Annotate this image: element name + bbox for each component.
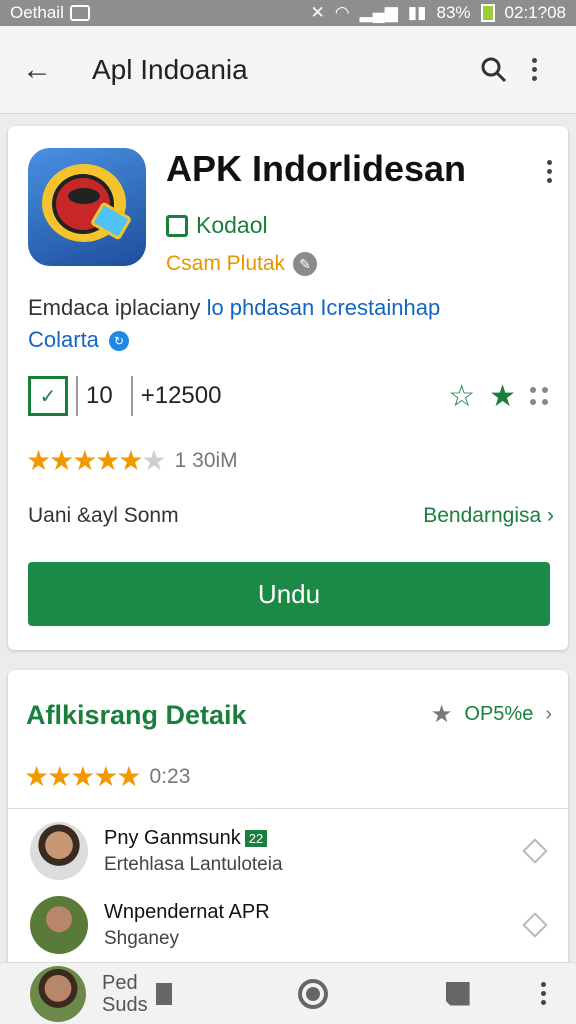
reviews-card: Aflkisrang Detaik ★ OP5%e › ★★★★★ 0:23 P… (8, 670, 568, 970)
nav-more-icon[interactable] (541, 982, 546, 1005)
reviews-rating: ★★★★★ 0:23 (24, 760, 190, 793)
sort-label: OP5%e (464, 703, 534, 725)
back-nav-icon[interactable] (155, 982, 172, 1005)
app-description: Emdaca iplaciany lo phdasan Icrestainhap… (28, 292, 548, 356)
stat-divider (76, 376, 78, 416)
info-icon[interactable]: ↻ (109, 331, 130, 352)
size-link[interactable]: Bendarngisa › (423, 504, 554, 528)
expand-icon[interactable] (522, 838, 548, 864)
avatar (30, 822, 88, 880)
reviews-title: Aflkisrang Detaik (26, 700, 247, 730)
avatar[interactable] (30, 965, 86, 1022)
review-text: Wnpendernat APR Shganey (104, 901, 526, 950)
review-author: Wnpendernat APR (104, 900, 270, 923)
rating-row: ★★★★★★ 1 30iM (26, 444, 238, 477)
app-icon (28, 148, 146, 266)
status-right: ✕ ◠ ▂▄▆ ▮▮ 83% 02:1?08 (310, 3, 566, 23)
star-outline-icon[interactable]: ☆ (448, 379, 475, 414)
stats-actions: ☆ ★ (448, 379, 548, 414)
developer-row[interactable]: Kodaol (166, 212, 268, 239)
review-text: Pny Ganmsunk 22 Ertehlasa Lantuloteia (104, 827, 526, 876)
clock: 02:1?08 (504, 3, 566, 22)
rating-stars: ★★★★★★ (26, 445, 167, 476)
more-options-button[interactable] (514, 50, 554, 90)
page-title: Apl Indoania (92, 53, 248, 85)
wifi-icon: ◠ (334, 3, 350, 22)
category-label: Csam Plutak (166, 252, 286, 275)
message-icon (69, 5, 90, 21)
arrow-back-icon[interactable]: ← (22, 53, 62, 87)
stat-divider (130, 376, 133, 416)
description-text-1: Emdaca iplaciany (28, 295, 201, 320)
more-vert-icon (531, 58, 537, 81)
signal-icon: ▂▄▆ (359, 3, 398, 22)
reviews-rating-value: 0:23 (149, 764, 191, 788)
app-name: APK Indorlidesan (166, 148, 467, 189)
size-row: Uani &ayl Sonm Bendarngisa › (28, 504, 554, 528)
divider (8, 808, 568, 809)
verified-check-icon (166, 214, 188, 237)
stat-value: 10 (86, 382, 113, 409)
recents-nav-icon[interactable] (445, 981, 470, 1006)
category-row[interactable]: Csam Plutak ✎ (166, 252, 318, 276)
chevron-right-icon: › (545, 703, 552, 725)
star-icon: ★ (430, 701, 453, 728)
sim-icon: ▮▮ (407, 3, 427, 22)
star-filled-icon[interactable]: ★ (489, 379, 516, 414)
install-button[interactable]: Undu (28, 562, 550, 626)
grid-dots-icon[interactable] (530, 387, 548, 405)
rating-badge-icon: ✓ (28, 376, 68, 416)
reviews-sort[interactable]: ★ OP5%e › (431, 700, 552, 729)
review-body: Shganey (104, 927, 180, 949)
search-icon (481, 57, 507, 82)
review-body: Ertehlasa Lantuloteia (104, 853, 283, 875)
review-item[interactable]: Pny Ganmsunk 22 Ertehlasa Lantuloteia (30, 820, 550, 882)
navigation-bar: Ped Suds (0, 962, 576, 1024)
app-detail-card: APK Indorlidesan Kodaol Csam Plutak ✎ Em… (8, 126, 568, 650)
description-text-2: lo phdasan Icrestainhap (206, 295, 441, 320)
reviews-stars: ★★★★★ (24, 761, 142, 792)
description-text-3: Colarta (28, 327, 99, 352)
carrier-name: Oethail (10, 3, 64, 22)
download-count: +12500 (140, 382, 222, 409)
size-label: Uani &ayl Sonm (28, 504, 179, 527)
search-button[interactable] (474, 50, 514, 90)
card-more-icon[interactable] (547, 160, 552, 183)
stats-row: ✓ 10 +12500 ☆ ★ (28, 374, 548, 418)
expand-icon[interactable] (522, 912, 548, 938)
battery-icon (480, 4, 495, 22)
review-badge: 22 (244, 829, 268, 847)
battery-percent: 83% (436, 3, 471, 22)
review-author: Pny Ganmsunk 22 (104, 827, 526, 850)
avatar (30, 896, 88, 954)
peek-text: Ped Suds (102, 971, 148, 1016)
review-item[interactable]: Wnpendernat APR Shganey (30, 894, 550, 956)
carrier-group: Oethail (10, 3, 90, 23)
developer-name: Kodaol (196, 212, 268, 238)
rating-count: 1 30iM (174, 448, 238, 472)
wrench-icon: ✎ (293, 252, 318, 276)
home-nav-icon[interactable] (297, 978, 328, 1009)
status-bar: Oethail ✕ ◠ ▂▄▆ ▮▮ 83% 02:1?08 (0, 0, 576, 26)
mute-icon: ✕ (310, 3, 325, 22)
app-bar: ← Apl Indoania (0, 26, 576, 114)
